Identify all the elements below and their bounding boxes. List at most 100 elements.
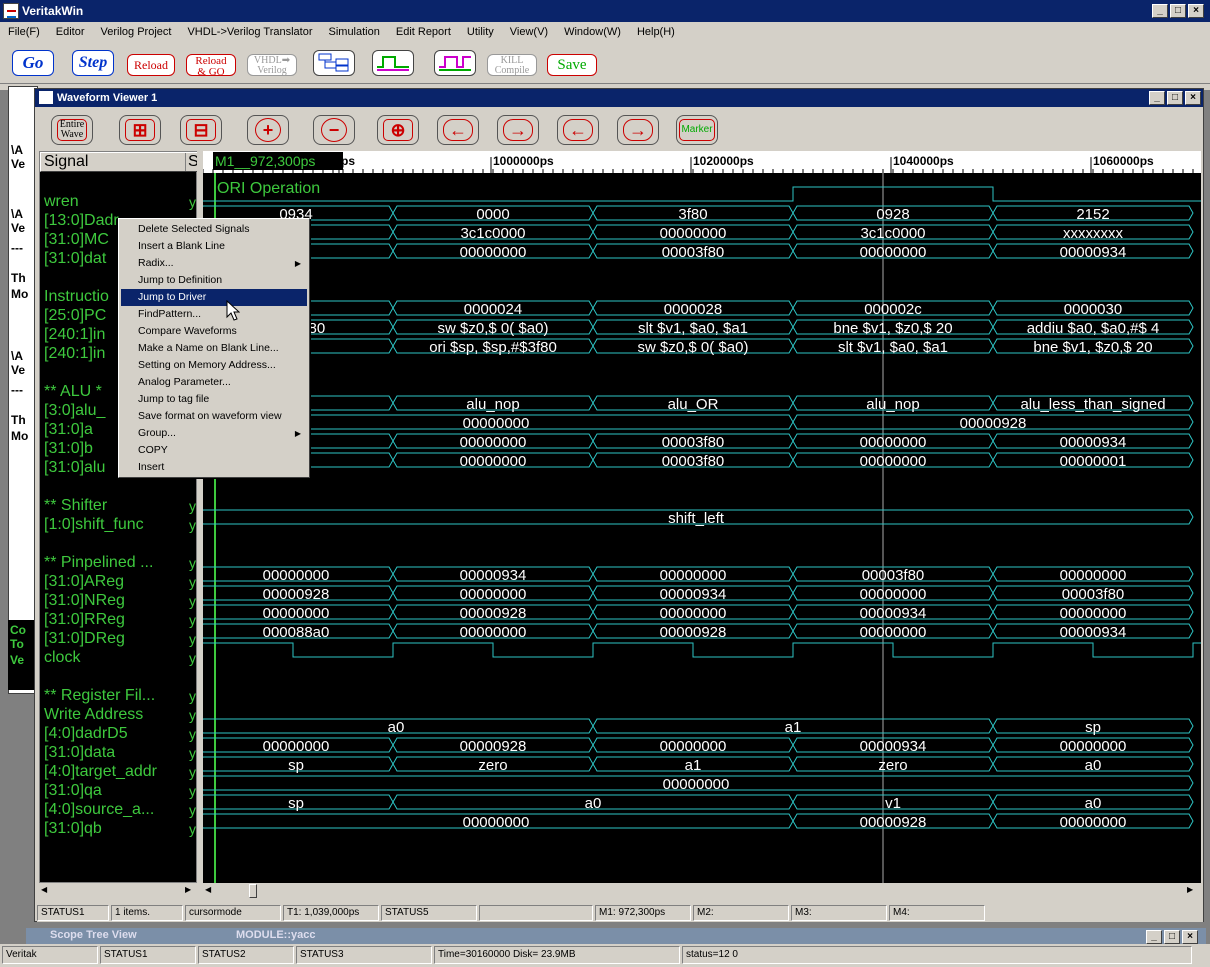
context-menu-item[interactable]: Group... ▶: [121, 425, 307, 442]
submenu-arrow-icon: ▶: [294, 429, 301, 438]
signal-name[interactable]: ** ALU *: [44, 382, 102, 401]
signal-name[interactable]: Write Address: [44, 705, 143, 724]
step-button[interactable]: Step: [72, 50, 114, 76]
scroll-left-icon[interactable]: ←: [437, 115, 479, 145]
signal-name[interactable]: Instructio: [44, 287, 109, 306]
signal-name[interactable]: ** Shifter: [44, 496, 107, 515]
signal-name[interactable]: [31:0]data: [44, 743, 115, 762]
menu-item-8[interactable]: Window(W): [556, 26, 629, 38]
reload-button[interactable]: Reload: [127, 54, 175, 76]
menu-item-5[interactable]: Edit Report: [388, 26, 459, 38]
signal-name[interactable]: [31:0]dat: [44, 249, 106, 268]
signal-name[interactable]: [4:0]source_a...: [44, 800, 154, 819]
signal-name[interactable]: wren: [44, 192, 79, 211]
signal-name[interactable]: [31:0]a: [44, 420, 93, 439]
menu-item-1[interactable]: Editor: [48, 26, 93, 38]
signal-name[interactable]: [1:0]shift_func: [44, 515, 144, 534]
next-edge-icon[interactable]: →: [617, 115, 659, 145]
signal-name[interactable]: [25:0]PC: [44, 306, 106, 325]
viewer-maximize-button[interactable]: □: [1167, 91, 1183, 105]
vhdl-translate-button[interactable]: VHDL➡ Verilog: [247, 54, 297, 76]
go-button[interactable]: Go: [12, 50, 54, 76]
waveform-icon[interactable]: [372, 50, 414, 76]
context-menu-item[interactable]: Jump to Driver: [121, 289, 307, 306]
waveform-canvas[interactable]: ps 1000000ps 1020000ps 1040000ps 1060000ps M1…: [203, 151, 1201, 883]
context-menu-item[interactable]: Insert: [121, 459, 307, 476]
prev-edge-icon[interactable]: ←: [557, 115, 599, 145]
bus-value: 00000000: [860, 453, 927, 470]
bus-value: 00000934: [1060, 624, 1127, 641]
zoom-out-icon[interactable]: −: [313, 115, 355, 145]
waveform-toolbar: Entire Wave ⊞ ⊟ + − ⊕ ← → ← → Marker: [35, 107, 1203, 151]
wave-hscrollbar[interactable]: ◀ ▶: [203, 883, 1201, 899]
menu-item-6[interactable]: Utility: [459, 26, 502, 38]
context-menu-item[interactable]: COPY: [121, 442, 307, 459]
scroll-right-arrow-icon[interactable]: ▶: [185, 885, 191, 894]
signal-name[interactable]: [3:0]alu_: [44, 401, 105, 420]
menu-item-9[interactable]: Help(H): [629, 26, 683, 38]
wave-scroll-right-icon[interactable]: ▶: [1187, 885, 1193, 894]
bus-value: 00000934: [1060, 244, 1127, 261]
signal-name[interactable]: [13:0]Dadr: [44, 211, 119, 230]
context-menu-item[interactable]: Make a Name on Blank Line...: [121, 340, 307, 357]
signal-name[interactable]: [31:0]AReg: [44, 572, 124, 591]
context-menu-item[interactable]: Save format on waveform view: [121, 408, 307, 425]
entire-wave-button[interactable]: Entire Wave: [51, 115, 93, 145]
signal-name[interactable]: [31:0]NReg: [44, 591, 125, 610]
signal-name[interactable]: [240:1]in: [44, 344, 105, 363]
context-menu-item[interactable]: Radix... ▶: [121, 255, 307, 272]
scope-maximize-button[interactable]: □: [1164, 930, 1180, 944]
menu-item-3[interactable]: VHDL->Verilog Translator: [179, 26, 320, 38]
context-menu-item[interactable]: Analog Parameter...: [121, 374, 307, 391]
signal-name[interactable]: [240:1]in: [44, 325, 105, 344]
context-menu-item[interactable]: Jump to tag file: [121, 391, 307, 408]
signal-name[interactable]: [4:0]target_addr: [44, 762, 157, 781]
signal-name[interactable]: [4:0]dadrD5: [44, 724, 128, 743]
zoom-cursor-icon[interactable]: ⊕: [377, 115, 419, 145]
minimize-button[interactable]: _: [1152, 4, 1168, 18]
scope-close-button[interactable]: ×: [1182, 930, 1198, 944]
viewer-minimize-button[interactable]: _: [1149, 91, 1165, 105]
marker-button[interactable]: Marker: [676, 115, 718, 145]
signal-name[interactable]: [31:0]DReg: [44, 629, 125, 648]
menu-item-0[interactable]: File(F): [0, 26, 48, 38]
signal-name[interactable]: [31:0]qa: [44, 781, 102, 800]
context-menu-item[interactable]: Compare Waveforms: [121, 323, 307, 340]
wave-scroll-left-icon[interactable]: ◀: [205, 885, 211, 894]
menu-item-7[interactable]: View(V): [502, 26, 556, 38]
signal-name[interactable]: [31:0]MC: [44, 230, 109, 249]
signal-hscrollbar[interactable]: ◀ ▶: [39, 883, 197, 899]
scope-minimize-button[interactable]: _: [1146, 930, 1162, 944]
signal-name[interactable]: [31:0]RReg: [44, 610, 125, 629]
viewer-close-button[interactable]: ×: [1185, 91, 1201, 105]
scroll-thumb[interactable]: [249, 884, 257, 898]
signal-column-header[interactable]: Signal S: [40, 152, 199, 172]
zoom-in-box-icon[interactable]: ⊞: [119, 115, 161, 145]
waveform-area[interactable]: ps 1000000ps 1020000ps 1040000ps 1060000ps M1…: [203, 151, 1201, 883]
signal-name[interactable]: ** Register Fil...: [44, 686, 155, 705]
context-menu-item[interactable]: Setting on Memory Address...: [121, 357, 307, 374]
scroll-left-arrow-icon[interactable]: ◀: [41, 885, 51, 897]
signal-name[interactable]: [31:0]b: [44, 439, 93, 458]
menu-item-2[interactable]: Verilog Project: [93, 26, 180, 38]
close-button[interactable]: ×: [1188, 4, 1204, 18]
context-menu-item[interactable]: Jump to Definition: [121, 272, 307, 289]
save-button[interactable]: Save: [547, 54, 597, 76]
menu-item-4[interactable]: Simulation: [321, 26, 388, 38]
hierarchy-icon[interactable]: [313, 50, 355, 76]
reload-go-button[interactable]: Reload & GO: [186, 54, 236, 78]
context-menu-item[interactable]: Delete Selected Signals: [121, 221, 307, 238]
zoom-in-icon[interactable]: +: [247, 115, 289, 145]
bus-value: 00000000: [660, 225, 727, 242]
kill-compile-button[interactable]: KILL Compile: [487, 54, 537, 76]
context-menu-item[interactable]: Insert a Blank Line: [121, 238, 307, 255]
zoom-out-box-icon[interactable]: ⊟: [180, 115, 222, 145]
signal-name[interactable]: [31:0]alu: [44, 458, 105, 477]
waveform-new-icon[interactable]: [434, 50, 476, 76]
maximize-button[interactable]: □: [1170, 4, 1186, 18]
signal-name[interactable]: [31:0]qb: [44, 819, 102, 838]
signal-name[interactable]: clock: [44, 648, 80, 667]
scroll-right-icon[interactable]: →: [497, 115, 539, 145]
signal-name[interactable]: ** Pinpelined ...: [44, 553, 153, 572]
context-menu-item[interactable]: FindPattern...: [121, 306, 307, 323]
